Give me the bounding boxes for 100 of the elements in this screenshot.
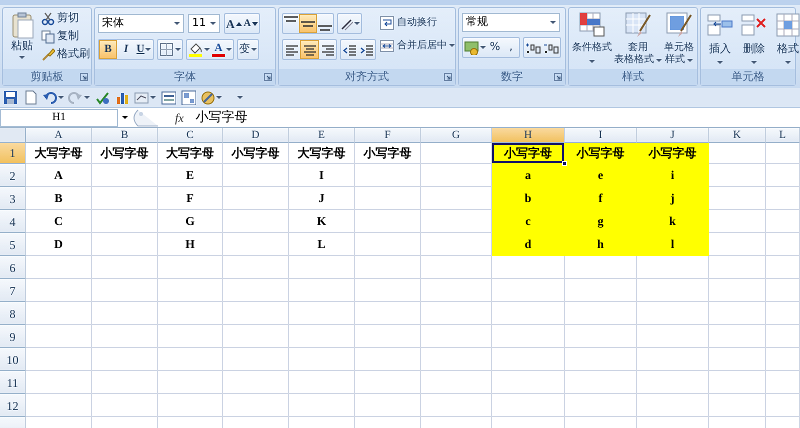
table-cell[interactable] <box>766 325 800 348</box>
row-header[interactable]: 12 <box>0 394 26 417</box>
table-cell[interactable] <box>355 348 421 371</box>
table-cell[interactable] <box>766 394 800 417</box>
table-cell[interactable] <box>709 371 766 394</box>
table-cell[interactable] <box>223 233 289 256</box>
table-cell[interactable] <box>492 371 565 394</box>
table-cell[interactable] <box>26 302 92 325</box>
table-cell[interactable]: 大写字母 <box>26 143 92 164</box>
row-header[interactable]: 11 <box>0 371 26 394</box>
table-cell[interactable]: E <box>158 164 223 187</box>
column-header[interactable]: H <box>492 128 565 143</box>
table-cell[interactable]: 小写字母 <box>565 143 637 164</box>
table-cell[interactable] <box>421 256 492 279</box>
name-box[interactable]: H1 <box>0 108 118 126</box>
table-cell[interactable] <box>223 279 289 302</box>
conditional-format-button[interactable]: 条件格式 <box>572 10 612 67</box>
select-all-button[interactable] <box>0 128 26 143</box>
column-header[interactable]: C <box>158 128 223 143</box>
column-header[interactable]: F <box>355 128 421 143</box>
table-cell[interactable] <box>355 233 421 256</box>
table-cell[interactable] <box>709 143 766 164</box>
row-header[interactable]: 6 <box>0 256 26 279</box>
table-cell[interactable] <box>492 394 565 417</box>
table-cell[interactable] <box>637 325 709 348</box>
dialog-launcher-icon[interactable] <box>444 73 452 81</box>
table-cell[interactable]: C <box>26 210 92 233</box>
table-cell[interactable] <box>289 394 355 417</box>
table-cell[interactable]: f <box>565 187 637 210</box>
table-cell[interactable] <box>289 325 355 348</box>
table-cell[interactable]: 大写字母 <box>158 143 223 164</box>
table-cell[interactable] <box>355 164 421 187</box>
table-cell[interactable] <box>637 256 709 279</box>
table-cell[interactable] <box>637 371 709 394</box>
table-cell[interactable]: 小写字母 <box>223 143 289 164</box>
table-cell[interactable] <box>92 348 158 371</box>
delete-button[interactable]: 删除 <box>738 10 770 67</box>
table-cell[interactable] <box>289 256 355 279</box>
table-cell[interactable] <box>766 233 800 256</box>
table-cell[interactable]: j <box>637 187 709 210</box>
table-cell[interactable] <box>158 302 223 325</box>
insert-button[interactable]: 插入 <box>704 10 736 67</box>
table-cell[interactable] <box>158 394 223 417</box>
table-cell[interactable]: d <box>492 233 565 256</box>
table-cell[interactable] <box>158 256 223 279</box>
font-size-field[interactable]: 11 <box>188 14 220 33</box>
table-cell[interactable] <box>709 164 766 187</box>
row-header[interactable]: 8 <box>0 302 26 325</box>
table-cell[interactable] <box>92 210 158 233</box>
table-cell[interactable]: A <box>26 164 92 187</box>
table-cell[interactable] <box>289 348 355 371</box>
format-table-button[interactable]: 套用 表格格式 <box>614 10 662 67</box>
table-cell[interactable] <box>223 348 289 371</box>
merge-center-button[interactable]: 合并后居中 <box>379 37 455 54</box>
table-cell[interactable] <box>421 325 492 348</box>
table-cell[interactable] <box>421 371 492 394</box>
table-cell[interactable] <box>223 394 289 417</box>
table-cell[interactable] <box>355 279 421 302</box>
table-cell[interactable] <box>158 371 223 394</box>
table-cell[interactable]: K <box>289 210 355 233</box>
table-cell[interactable] <box>289 371 355 394</box>
wrap-text-button[interactable]: 自动换行 <box>379 14 455 31</box>
table-cell[interactable] <box>709 187 766 210</box>
insert-function-button[interactable]: fx <box>175 108 184 126</box>
table-cell[interactable]: c <box>492 210 565 233</box>
table-cell[interactable]: b <box>492 187 565 210</box>
number-format-field[interactable]: 常规 <box>462 13 560 32</box>
table-cell[interactable] <box>709 325 766 348</box>
table-cell[interactable]: 小写字母 <box>92 143 158 164</box>
table-cell[interactable] <box>92 187 158 210</box>
table-cell[interactable] <box>709 348 766 371</box>
table-cell[interactable] <box>355 187 421 210</box>
row-header[interactable]: 5 <box>0 233 26 256</box>
table-cell[interactable] <box>565 325 637 348</box>
table-cell[interactable] <box>709 233 766 256</box>
dialog-launcher-icon[interactable] <box>264 73 272 81</box>
table-cell[interactable] <box>289 279 355 302</box>
table-cell[interactable] <box>565 256 637 279</box>
table-cell[interactable]: k <box>637 210 709 233</box>
table-cell[interactable] <box>421 348 492 371</box>
column-header[interactable]: B <box>92 128 158 143</box>
table-cell[interactable] <box>223 256 289 279</box>
table-cell[interactable] <box>26 348 92 371</box>
toolbar-button[interactable] <box>2 88 18 107</box>
table-cell[interactable] <box>766 256 800 279</box>
table-cell[interactable] <box>26 325 92 348</box>
table-cell[interactable] <box>158 348 223 371</box>
table-cell[interactable] <box>223 164 289 187</box>
table-cell[interactable]: 小写字母 <box>492 143 565 164</box>
table-cell[interactable]: L <box>289 233 355 256</box>
column-header[interactable]: A <box>26 128 92 143</box>
row-header[interactable]: 3 <box>0 187 26 210</box>
dialog-launcher-icon[interactable] <box>80 73 88 81</box>
table-cell[interactable] <box>223 302 289 325</box>
table-cell[interactable]: F <box>158 187 223 210</box>
table-cell[interactable] <box>421 302 492 325</box>
table-cell[interactable] <box>92 371 158 394</box>
table-cell[interactable] <box>421 279 492 302</box>
table-cell[interactable] <box>223 371 289 394</box>
italic-button[interactable]: I <box>117 40 135 59</box>
